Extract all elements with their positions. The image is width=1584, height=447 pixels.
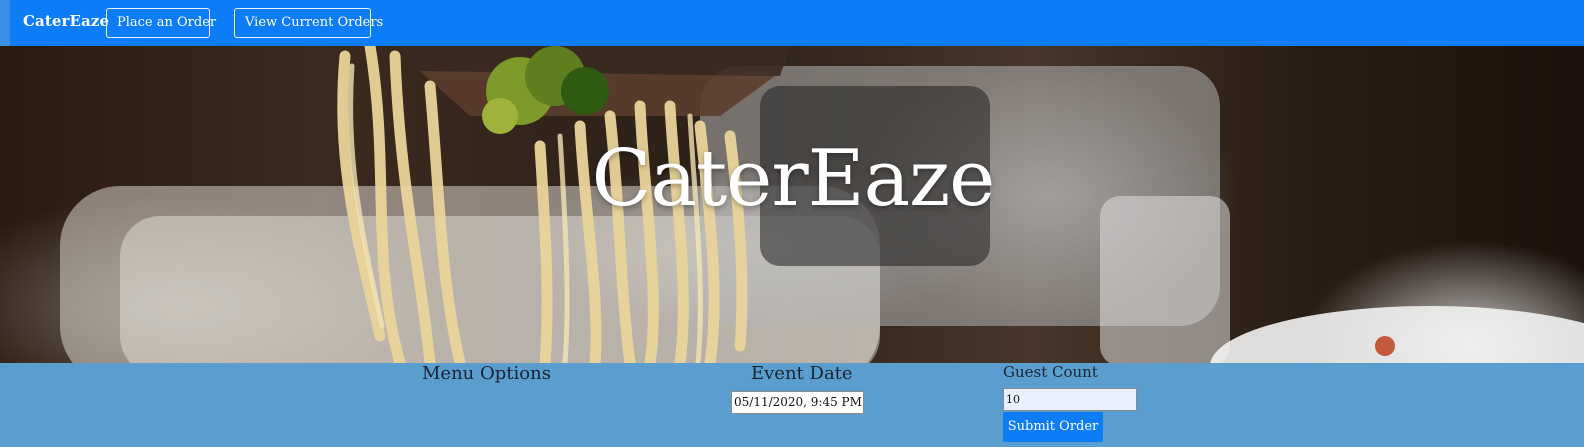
submit-order-button[interactable]: Submit Order [1003, 412, 1103, 442]
brand-link[interactable]: CaterEaze [23, 12, 109, 30]
guest-count-input[interactable]: 10 [1003, 388, 1137, 411]
hero-title: CaterEaze [591, 134, 996, 224]
hero-banner: CaterEaze [0, 46, 1584, 363]
place-order-button[interactable]: Place an Order [106, 8, 216, 38]
navbar: CaterEaze Place an Order View Current Or… [0, 0, 1584, 46]
event-date-label: Event Date [751, 363, 853, 384]
event-date-input[interactable]: 05/11/2020, 9:45 PM [731, 391, 864, 414]
order-form: Menu Options Event Date 05/11/2020, 9:45… [0, 363, 1584, 447]
guest-count-label: Guest Count [1003, 363, 1098, 381]
menu-options-label: Menu Options [422, 363, 551, 384]
view-orders-button[interactable]: View Current Orders [234, 8, 383, 38]
